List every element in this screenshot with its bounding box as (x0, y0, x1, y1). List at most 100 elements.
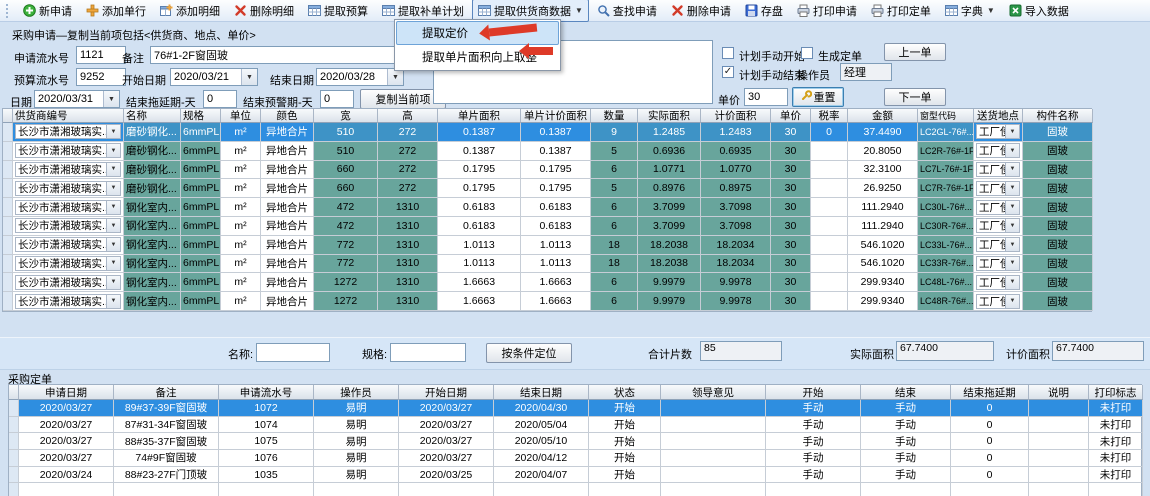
grid-cell[interactable]: 3.7099 (638, 198, 701, 217)
grid-cell[interactable]: 磨砂钢化... (124, 179, 181, 198)
grid-cell[interactable] (1029, 417, 1089, 434)
grid-cell[interactable]: 6mmPLE... (181, 236, 221, 255)
grid-cell[interactable]: 固玻 (1023, 217, 1093, 236)
grid-cell[interactable]: 手动 (766, 433, 861, 450)
grid-cell[interactable]: 固玻 (1023, 123, 1093, 142)
reset-button[interactable]: 重置 (792, 87, 844, 107)
grid-cell[interactable]: 2020/04/12 (494, 450, 589, 467)
grid-cell[interactable]: 6 (591, 198, 638, 217)
find-request-button[interactable]: 查找申请 (591, 0, 663, 22)
grid-cell[interactable]: 30 (771, 292, 811, 311)
table-row[interactable]: 长沙市潇湘玻璃实...▼磨砂钢化...6mmPLE...m²异地合片510272… (3, 142, 1091, 161)
grid-cell[interactable]: 772 (314, 236, 378, 255)
plan-manual-start-checkbox[interactable] (722, 47, 734, 59)
grid-cell[interactable]: 0.1387 (521, 123, 591, 142)
grid-cell[interactable]: 工厂使用▼ (974, 161, 1023, 180)
grid-cell[interactable] (3, 217, 13, 236)
grid-cell[interactable]: 299.9340 (848, 292, 918, 311)
grid-cell[interactable]: 6 (591, 217, 638, 236)
grid-cell[interactable]: 0.1795 (521, 161, 591, 180)
grid-cell[interactable] (1029, 483, 1089, 496)
grid-cell[interactable] (219, 483, 314, 496)
grid-cell[interactable]: 长沙市潇湘玻璃实...▼ (13, 255, 124, 274)
grid-cell[interactable]: 30 (771, 255, 811, 274)
extract-budget-button[interactable]: 提取预算 (302, 0, 374, 22)
toolbar-grip[interactable] (6, 4, 11, 18)
grid-cell[interactable]: 易明 (314, 433, 399, 450)
grid-cell[interactable]: 异地合片 (261, 161, 314, 180)
grid-cell[interactable]: 工厂使用▼ (974, 236, 1023, 255)
supplier-combo[interactable]: 长沙市潇湘玻璃实...▼ (15, 275, 121, 290)
grid-cell[interactable] (661, 467, 766, 484)
grid-cell[interactable]: 异地合片 (261, 217, 314, 236)
grid-cell[interactable] (9, 467, 19, 484)
grid-cell[interactable]: 111.2940 (848, 198, 918, 217)
grid-cell[interactable] (811, 198, 848, 217)
grid-cell[interactable]: 2020/05/10 (494, 433, 589, 450)
grid-cell[interactable]: 2020/03/27 (19, 450, 114, 467)
grid-cell[interactable] (811, 179, 848, 198)
grid-cell[interactable]: 30 (771, 198, 811, 217)
chevron-down-icon[interactable]: ▼ (1005, 276, 1019, 289)
grid-cell[interactable]: 0.1795 (521, 179, 591, 198)
delivery-location-combo[interactable]: 工厂使用▼ (976, 200, 1020, 215)
operator-field[interactable] (840, 63, 892, 81)
grid-cell[interactable] (811, 142, 848, 161)
grid-cell[interactable]: 472 (314, 217, 378, 236)
filter-name-input[interactable] (256, 343, 330, 362)
delivery-location-combo[interactable]: 工厂使用▼ (976, 256, 1020, 271)
grid-cell[interactable]: 88#23-27F门顶玻 (114, 467, 219, 484)
chevron-down-icon[interactable]: ▼ (106, 163, 120, 176)
table-row[interactable]: 长沙市潇湘玻璃实...▼钢化室内...6mmPLE...m²异地合片127213… (3, 273, 1091, 292)
supplier-combo[interactable]: 长沙市潇湘玻璃实...▼ (15, 237, 121, 252)
grid-cell[interactable]: 固玻 (1023, 198, 1093, 217)
grid-cell[interactable]: 2020/05/04 (494, 417, 589, 434)
grid-cell[interactable]: 钢化室内... (124, 292, 181, 311)
grid-cell[interactable]: 工厂使用▼ (974, 273, 1023, 292)
grid-cell[interactable]: 2020/03/25 (399, 467, 494, 484)
grid-cell[interactable]: 0.6183 (521, 198, 591, 217)
grid-cell[interactable] (3, 236, 13, 255)
chevron-down-icon[interactable]: ▼ (1005, 257, 1019, 270)
grid-cell[interactable] (399, 483, 494, 496)
grid-cell[interactable]: 26.9250 (848, 179, 918, 198)
delivery-location-combo[interactable]: 工厂使用▼ (976, 275, 1020, 290)
grid-cell[interactable] (811, 161, 848, 180)
grid-cell[interactable] (1029, 400, 1089, 417)
grid-cell[interactable] (19, 483, 114, 496)
delivery-location-combo[interactable]: 工厂使用▼ (976, 218, 1020, 233)
chevron-down-icon[interactable]: ▼ (103, 91, 119, 107)
grid-cell[interactable]: 6mmPLE... (181, 255, 221, 274)
grid-cell[interactable] (3, 179, 13, 198)
grid-cell[interactable]: 开始 (589, 467, 661, 484)
grid-cell[interactable]: 手动 (766, 400, 861, 417)
grid-cell[interactable]: 手动 (766, 450, 861, 467)
grid-cell[interactable]: 87#31-34F窗固玻 (114, 417, 219, 434)
grid-cell[interactable]: 299.9340 (848, 273, 918, 292)
grid-cell[interactable] (811, 273, 848, 292)
grid-cell[interactable]: 510 (314, 123, 378, 142)
grid-cell[interactable]: 手动 (861, 467, 951, 484)
next-order-button[interactable]: 下一单 (884, 88, 946, 106)
grid-cell[interactable] (766, 483, 861, 496)
grid-cell[interactable]: m² (221, 161, 261, 180)
request-no-field[interactable] (76, 46, 126, 64)
grid-cell[interactable]: 1.0113 (438, 255, 521, 274)
grid-cell[interactable]: 6mmPLE... (181, 292, 221, 311)
chevron-down-icon[interactable]: ▼ (575, 6, 583, 15)
grid-cell[interactable]: LC2GL-76#... (918, 123, 974, 142)
grid-cell[interactable]: 0 (951, 433, 1029, 450)
table-row[interactable]: 2020/03/2774#9F窗固玻1076易明2020/03/272020/0… (9, 450, 1141, 467)
grid-cell[interactable] (3, 198, 13, 217)
grid-cell[interactable]: 磨砂钢化... (124, 161, 181, 180)
grid-cell[interactable]: 手动 (861, 417, 951, 434)
date-combo[interactable]: 2020/03/31▼ (34, 90, 120, 108)
supplier-combo[interactable]: 长沙市潇湘玻璃实...▼ (15, 294, 121, 309)
grid-cell[interactable]: 272 (378, 142, 438, 161)
table-row[interactable]: 长沙市潇湘玻璃实...▼磨砂钢化...6mmPLE...m²异地合片660272… (3, 179, 1091, 198)
grid-cell[interactable]: 长沙市潇湘玻璃实...▼ (13, 273, 124, 292)
grid-cell[interactable] (589, 483, 661, 496)
grid-cell[interactable] (811, 292, 848, 311)
grid-cell[interactable]: 1310 (378, 273, 438, 292)
grid-cell[interactable]: 1310 (378, 217, 438, 236)
